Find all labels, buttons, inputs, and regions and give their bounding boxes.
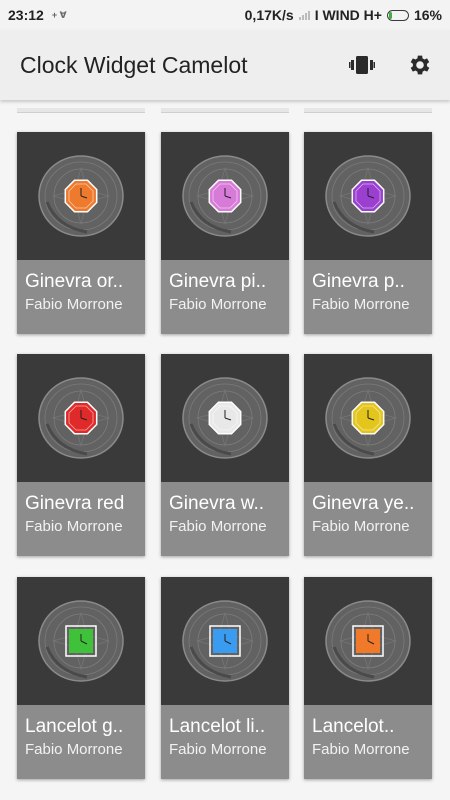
widget-name: Lancelot li.. xyxy=(169,716,266,737)
partial-card xyxy=(304,108,432,113)
widget-info: Lancelot li.. Fabio Morrone xyxy=(161,705,289,779)
clock-icon xyxy=(325,377,411,459)
widget-name: Ginevra pi.. xyxy=(169,271,267,292)
clock-icon xyxy=(38,377,124,459)
widget-card[interactable]: Ginevra ye.. Fabio Morrone xyxy=(304,354,432,556)
status-right: 0,17K/s I WIND H+ 16% xyxy=(245,7,442,23)
network-speed: 0,17K/s xyxy=(244,7,294,23)
clock-icon xyxy=(38,600,124,682)
widget-name: Ginevra w.. xyxy=(169,493,265,514)
clock-icon xyxy=(182,600,268,682)
battery-icon xyxy=(386,9,409,21)
widget-name: Ginevra or.. xyxy=(25,271,124,292)
widget-info: Ginevra p.. Fabio Morrone xyxy=(304,260,432,334)
status-time: 23:12 xyxy=(8,7,44,23)
widget-info: Ginevra ye.. Fabio Morrone xyxy=(304,482,432,556)
widget-info: Ginevra pi.. Fabio Morrone xyxy=(161,260,289,334)
widget-info: Ginevra or.. Fabio Morrone xyxy=(17,260,145,334)
clock-icon xyxy=(325,155,411,237)
widget-info: Lancelot.. Fabio Morrone xyxy=(304,705,432,779)
widget-info: Ginevra w.. Fabio Morrone xyxy=(161,482,289,556)
widget-preview xyxy=(17,354,145,482)
widget-card[interactable]: Ginevra p.. Fabio Morrone xyxy=(304,132,432,334)
widget-card[interactable]: Lancelot li.. Fabio Morrone xyxy=(161,577,289,779)
widget-preview xyxy=(304,354,432,482)
widget-name: Ginevra p.. xyxy=(312,271,405,292)
widget-author: Fabio Morrone xyxy=(169,296,267,313)
widget-preview xyxy=(17,577,145,705)
partial-card xyxy=(17,108,145,113)
widget-info: Lancelot g.. Fabio Morrone xyxy=(17,705,145,779)
widget-author: Fabio Morrone xyxy=(312,518,410,535)
widget-name: Ginevra red xyxy=(25,493,125,514)
battery-percent: 16% xyxy=(413,7,442,23)
widget-preview xyxy=(161,354,289,482)
widget-card[interactable]: Ginevra or.. Fabio Morrone xyxy=(17,132,145,334)
widget-author: Fabio Morrone xyxy=(312,296,410,313)
notification-icons: + ∀ xyxy=(51,9,67,20)
watch-button[interactable] xyxy=(348,51,376,79)
status-bar: 23:12 + ∀ 0,17K/s I WIND H+ 16% xyxy=(0,0,450,30)
partial-card xyxy=(161,108,289,113)
widget-author: Fabio Morrone xyxy=(25,741,123,758)
signal-icon xyxy=(298,10,310,20)
settings-button[interactable] xyxy=(406,51,434,79)
widget-preview xyxy=(17,132,145,260)
clock-icon xyxy=(182,377,268,459)
widget-name: Lancelot.. xyxy=(312,716,395,737)
widget-card[interactable]: Ginevra pi.. Fabio Morrone xyxy=(161,132,289,334)
widget-name: Lancelot g.. xyxy=(25,716,124,737)
gear-icon xyxy=(410,55,430,75)
widget-card[interactable]: Ginevra w.. Fabio Morrone xyxy=(161,354,289,556)
widget-preview xyxy=(304,577,432,705)
widget-name: Ginevra ye.. xyxy=(312,493,415,514)
clock-icon xyxy=(325,600,411,682)
widget-author: Fabio Morrone xyxy=(312,741,410,758)
clock-icon xyxy=(182,155,268,237)
widget-preview xyxy=(161,132,289,260)
carrier-label: I WIND H+ xyxy=(314,7,382,23)
widget-card[interactable]: Lancelot g.. Fabio Morrone xyxy=(17,577,145,779)
clock-icon xyxy=(38,155,124,237)
app-bar-actions xyxy=(348,51,434,79)
widget-grid: Ginevra or.. Fabio Morrone Ginevra pi.. Fa… xyxy=(0,100,450,800)
widget-author: Fabio Morrone xyxy=(25,518,123,535)
watch-icon xyxy=(349,56,375,74)
widget-info: Ginevra red Fabio Morrone xyxy=(17,482,145,556)
app-title: Clock Widget Camelot xyxy=(20,51,248,78)
widget-card[interactable]: Ginevra red Fabio Morrone xyxy=(17,354,145,556)
widget-author: Fabio Morrone xyxy=(169,741,267,758)
widget-author: Fabio Morrone xyxy=(25,296,123,313)
widget-preview xyxy=(161,577,289,705)
widget-author: Fabio Morrone xyxy=(169,518,267,535)
widget-card[interactable]: Lancelot.. Fabio Morrone xyxy=(304,577,432,779)
app-bar: Clock Widget Camelot xyxy=(0,30,450,100)
widget-preview xyxy=(304,132,432,260)
